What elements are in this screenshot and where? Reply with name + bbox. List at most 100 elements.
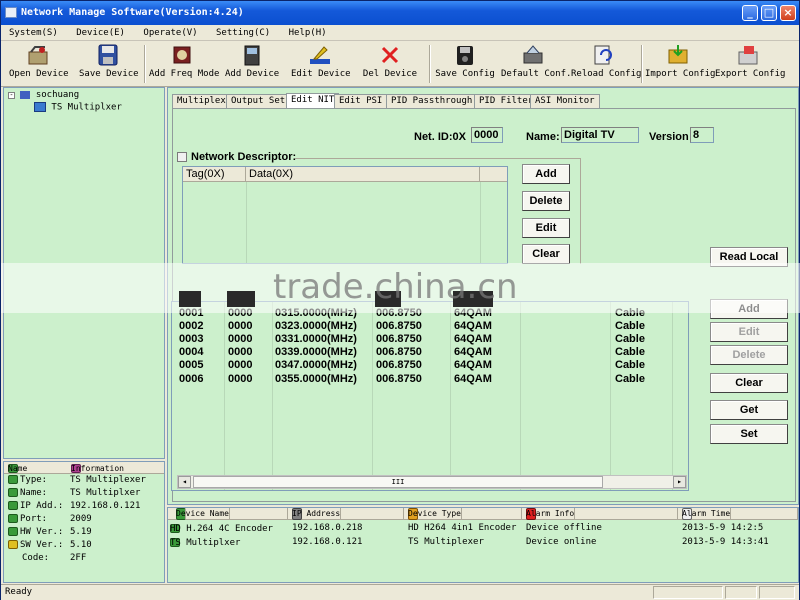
info-row: SW Ver.: 5.10 <box>4 539 164 552</box>
minimize-button[interactable]: _ <box>742 5 758 21</box>
version-field[interactable]: 8 <box>690 127 714 143</box>
nit-clear-button[interactable]: Clear <box>710 373 788 393</box>
device-list-header: Device Name IP Address Device Type Alarm… <box>168 508 798 520</box>
tab-edit-nit[interactable]: Edit NIT <box>286 93 340 109</box>
col-device-name[interactable]: Device Name <box>168 508 288 520</box>
tab-pid-filter[interactable]: PID Filter <box>474 94 539 108</box>
col-data[interactable]: Data(0X) <box>246 167 480 182</box>
col-alarm-time[interactable]: Alarm Time <box>678 508 798 520</box>
tab-asi-monitor[interactable]: ASI Monitor <box>530 94 600 108</box>
tab-edit-psi[interactable]: Edit PSI <box>334 94 388 108</box>
device-row[interactable]: HD H.264 4C Encoder 192.168.0.218 HD H26… <box>168 522 798 535</box>
device-icon <box>34 102 46 112</box>
save-config-icon <box>453 43 477 67</box>
type-icon <box>8 475 18 484</box>
info-row: Name: TS Multiplxer <box>4 487 164 500</box>
descriptor-edit-button[interactable]: Edit <box>522 218 570 238</box>
column-divider <box>520 302 521 490</box>
add-device-icon <box>240 43 264 67</box>
export-icon <box>736 43 760 67</box>
default-conf-button[interactable]: Default Conf. <box>501 43 571 85</box>
info-row: Port: 2009 <box>4 513 164 526</box>
obscured-header-cell <box>227 291 255 307</box>
menu-help[interactable]: Help(H) <box>281 25 332 38</box>
edit-icon <box>308 43 332 67</box>
column-divider <box>372 302 373 490</box>
edit-device-button[interactable]: Edit Device <box>291 43 351 85</box>
info-row: Code: 2FF <box>22 553 87 563</box>
expand-icon[interactable]: - <box>8 92 15 99</box>
hw-icon <box>8 527 18 536</box>
close-button[interactable]: × <box>780 5 796 21</box>
read-local-button[interactable]: Read Local <box>710 247 788 267</box>
scroll-right-icon[interactable]: ▸ <box>673 476 686 488</box>
groupbox-line <box>295 158 581 159</box>
tab-multiplex[interactable]: Multiplex <box>172 94 231 108</box>
menu-setting[interactable]: Setting(C) <box>208 25 275 38</box>
network-descriptor-label: Network Descriptor: <box>191 151 297 163</box>
title-bar: Network Manage Software(Version:4.24) _ … <box>1 1 799 25</box>
sw-icon <box>8 540 18 549</box>
device-row[interactable]: TS Multiplxer 192.168.0.121 TS Multiplex… <box>168 536 798 549</box>
maximize-button[interactable]: □ <box>761 5 777 21</box>
menu-device[interactable]: Device(E) <box>68 25 130 38</box>
tab-pid-passthrough[interactable]: PID Passthrough <box>386 94 478 108</box>
add-freq-icon <box>170 43 194 67</box>
network-descriptor-checkbox[interactable] <box>177 152 187 162</box>
scroll-left-icon[interactable]: ◂ <box>178 476 191 488</box>
open-device-button[interactable]: Open Device <box>9 43 69 85</box>
reload-config-button[interactable]: Reload Config <box>571 43 641 85</box>
col-tag[interactable]: Tag(0X) <box>183 167 246 182</box>
menu-bar: System(S) Device(E) Operate(V) Setting(C… <box>1 25 799 41</box>
col-alarm-info[interactable]: Alarm Info <box>522 508 678 520</box>
menu-system[interactable]: System(S) <box>1 25 63 38</box>
descriptor-add-button[interactable]: Add <box>522 164 570 184</box>
column-divider <box>672 302 673 490</box>
menu-operate[interactable]: Operate(V) <box>135 25 202 38</box>
horizontal-scrollbar[interactable]: ◂ III ▸ <box>177 475 687 489</box>
window-title: Network Manage Software(Version:4.24) <box>21 7 244 18</box>
default-conf-icon <box>521 43 545 67</box>
add-device-button[interactable]: Add Device <box>225 43 279 85</box>
groupbox-line <box>580 158 581 264</box>
status-cell <box>725 586 757 599</box>
network-name-field[interactable]: Digital TV <box>561 127 639 143</box>
nit-delete-button[interactable]: Delete <box>710 345 788 365</box>
descriptor-clear-button[interactable]: Clear <box>522 244 570 264</box>
col-device-type[interactable]: Device Type <box>404 508 522 520</box>
toolbar-separator <box>641 45 643 83</box>
net-id-field[interactable]: 0000 <box>471 127 503 143</box>
nit-edit-button[interactable]: Edit <box>710 322 788 342</box>
descriptor-delete-button[interactable]: Delete <box>522 191 570 211</box>
column-divider <box>480 182 481 263</box>
import-config-button[interactable]: Import Config <box>645 43 715 85</box>
save-device-button[interactable]: Save Device <box>79 43 139 85</box>
tree-item-ts-multiplxer[interactable]: TS Multiplxer <box>34 102 122 113</box>
toolbar: Open Device Save Device Add Freq Mode Ad… <box>1 41 799 87</box>
tree-root[interactable]: - sochuang <box>8 90 79 100</box>
add-freq-mode-button[interactable]: Add Freq Mode <box>149 43 219 85</box>
info-row: Type: TS Multiplexer <box>4 474 164 487</box>
col-ip-address[interactable]: IP Address <box>288 508 404 520</box>
info-row: HW Ver.: 5.19 <box>4 526 164 539</box>
column-divider <box>246 182 247 263</box>
export-config-button[interactable]: Export Config <box>715 43 785 85</box>
toolbar-separator <box>429 45 431 83</box>
nit-add-button[interactable]: Add <box>710 299 788 319</box>
descriptor-table: Tag(0X) Data(0X) <box>182 166 508 264</box>
column-divider <box>610 302 611 490</box>
obscured-header-cell <box>453 291 493 307</box>
scroll-thumb[interactable]: III <box>193 476 603 488</box>
save-config-button[interactable]: Save Config <box>435 43 495 85</box>
status-cell <box>653 586 723 599</box>
column-divider <box>450 302 451 490</box>
status-bar: Ready <box>1 584 799 600</box>
set-button[interactable]: Set <box>710 424 788 444</box>
descriptor-table-header: Tag(0X) Data(0X) <box>183 167 507 182</box>
status-cell <box>759 586 795 599</box>
del-device-button[interactable]: Del Device <box>361 43 419 85</box>
tab-output-set[interactable]: Output Set <box>226 94 291 108</box>
net-id-label: Net. ID:0X <box>414 131 466 143</box>
get-button[interactable]: Get <box>710 400 788 420</box>
column-divider <box>224 302 225 490</box>
